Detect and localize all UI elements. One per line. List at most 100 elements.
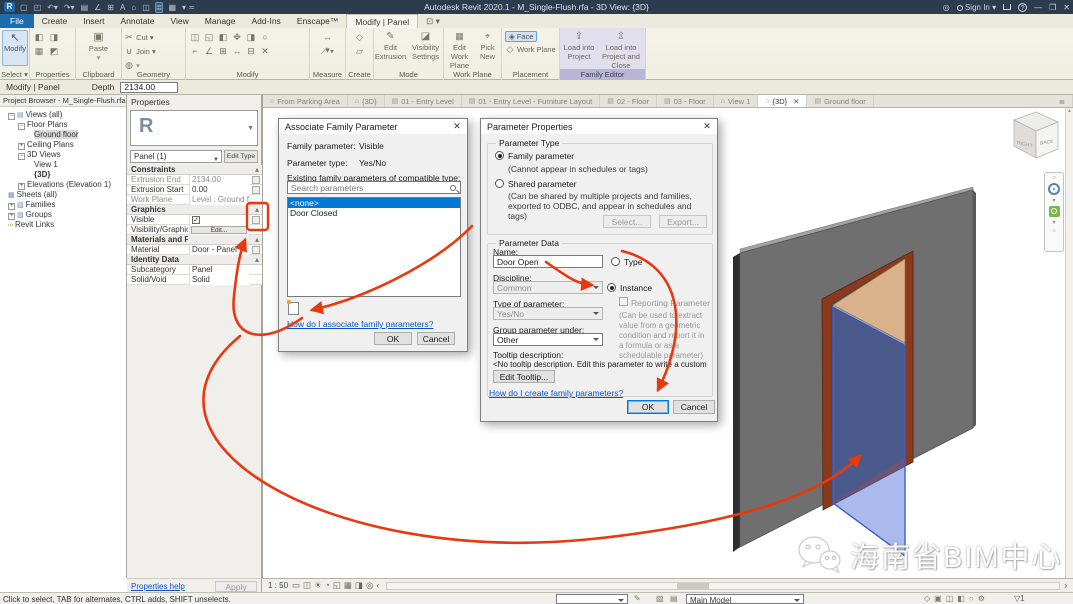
type-of-parameter-combo[interactable]: Yes/No: [493, 307, 603, 320]
nav-options-icon[interactable]: ○: [1052, 175, 1056, 181]
visual-style-icon[interactable]: ◫: [303, 580, 314, 590]
help-icon[interactable]: ?: [1018, 3, 1027, 12]
mirror-icon[interactable]: ◧: [216, 31, 230, 44]
expand-icon[interactable]: +: [18, 183, 25, 190]
family-types-icon[interactable]: ◨: [47, 31, 61, 44]
tree-item-revit-links[interactable]: ∞Revit Links: [8, 220, 54, 230]
row-extrusion-start[interactable]: Extrusion Start0.00: [127, 185, 262, 195]
close-tab-icon[interactable]: ✕: [793, 97, 799, 106]
tree-item-elevations[interactable]: +Elevations (Elevation 1): [18, 180, 111, 190]
copy-icon[interactable]: ◨: [244, 31, 258, 44]
tree-item-3d-views[interactable]: −3D Views: [18, 150, 61, 160]
tree-item-groups[interactable]: +▨Groups: [8, 210, 52, 220]
select-by-face-icon[interactable]: ○: [969, 594, 978, 603]
name-input[interactable]: [493, 255, 603, 268]
pan-right-icon[interactable]: ›: [1064, 581, 1067, 590]
apply-button[interactable]: Apply: [215, 581, 257, 592]
row-work-plane[interactable]: Work PlaneLevel : Ground floor: [127, 195, 262, 205]
tree-item-3d[interactable]: {3D}: [34, 170, 50, 180]
tab-view[interactable]: View: [163, 14, 197, 28]
associate-parameter-button[interactable]: [252, 186, 260, 194]
split-icon[interactable]: ∠: [202, 45, 216, 58]
temporary-hide-icon[interactable]: ◨: [355, 580, 366, 590]
ok-button[interactable]: OK: [374, 332, 412, 345]
component-icon[interactable]: ◇: [353, 31, 367, 44]
edit-extrusion-button[interactable]: ✎Edit Extrusion: [375, 30, 407, 61]
section-graphics[interactable]: Graphics▴: [127, 205, 262, 215]
tab-manage[interactable]: Manage: [197, 14, 244, 28]
reveal-hidden-icon[interactable]: ◎: [366, 580, 376, 590]
tab-add-ins[interactable]: Add-Ins: [244, 14, 289, 28]
tree-item-views[interactable]: −▤Views (all): [8, 110, 62, 120]
tree-item-ground-floor[interactable]: Ground floor: [34, 130, 78, 140]
default-3d-view-icon[interactable]: ⌂: [131, 3, 136, 12]
expand-icon[interactable]: +: [8, 213, 15, 220]
design-options-combo[interactable]: Main Model: [686, 594, 804, 604]
shared-parameter-radio[interactable]: [495, 179, 504, 188]
family-parameter-radio[interactable]: [495, 151, 504, 160]
create-parameters-help-link[interactable]: How do I create family parameters?: [489, 388, 623, 398]
new-parameter-button[interactable]: [288, 302, 299, 315]
associate-parameter-button[interactable]: [252, 176, 260, 184]
tree-item-view-1[interactable]: View 1: [34, 160, 58, 170]
pin-icon[interactable]: ⊟: [244, 45, 258, 58]
type-selector[interactable]: R ▼: [130, 110, 258, 146]
detail-level-icon[interactable]: ▭: [292, 580, 303, 590]
design-option-icon[interactable]: ▧: [656, 594, 664, 603]
tab-annotate[interactable]: Annotate: [112, 14, 162, 28]
edit-type-button[interactable]: Edit Type: [224, 150, 258, 163]
editable-only-icon[interactable]: ✎: [634, 594, 641, 603]
expand-icon[interactable]: +: [8, 203, 15, 210]
print-icon[interactable]: ▤: [81, 3, 89, 12]
load-into-project-button[interactable]: ⇪Load into Project: [562, 30, 596, 70]
app-store-cart-icon[interactable]: [1003, 4, 1011, 10]
sun-path-icon[interactable]: ☀: [314, 580, 325, 590]
associate-parameter-button-visible[interactable]: [252, 216, 260, 224]
load-into-project-close-button[interactable]: ⇫Load into Project and Close: [599, 30, 643, 70]
chevron-down-icon[interactable]: ▾: [1052, 197, 1055, 204]
tab-create[interactable]: Create: [34, 14, 76, 28]
cut-geometry-button[interactable]: ✂ Cut ▾: [124, 31, 183, 44]
qat-customize-icon[interactable]: ▾ ≂: [182, 3, 195, 12]
exclude-options-icon[interactable]: ◇: [924, 594, 934, 603]
tree-item-sheets[interactable]: ▦Sheets (all): [8, 190, 57, 200]
collapse-icon[interactable]: −: [18, 153, 25, 160]
restore-button[interactable]: ❐: [1049, 3, 1056, 12]
cancel-button[interactable]: Cancel: [673, 400, 715, 414]
type-properties-icon[interactable]: ◩: [47, 45, 61, 58]
filter-icon[interactable]: ▽1: [1014, 594, 1025, 603]
close-hidden-windows-icon[interactable]: ▦: [168, 3, 176, 12]
delete-icon[interactable]: ✕: [258, 45, 272, 58]
worksets-combo[interactable]: [556, 594, 628, 604]
tree-item-families[interactable]: +▧Families: [8, 200, 55, 210]
shadows-icon[interactable]: ◔: [325, 580, 333, 590]
instance-radio[interactable]: [607, 283, 616, 292]
door-panel-selected[interactable]: [833, 306, 905, 556]
crop-view-icon[interactable]: ◱: [333, 580, 344, 590]
save-icon[interactable]: ◰: [34, 3, 42, 12]
join-geometry-button[interactable]: ⊍ Join ▾: [124, 45, 183, 58]
type-radio[interactable]: [611, 257, 620, 266]
revit-logo-icon[interactable]: R: [4, 2, 15, 12]
group-parameter-combo[interactable]: Other: [493, 333, 603, 346]
tree-item-ceiling-plans[interactable]: +Ceiling Plans: [18, 140, 74, 150]
close-button[interactable]: ✕: [1063, 3, 1070, 12]
tab-modify-panel[interactable]: Modify | Panel: [346, 14, 418, 28]
design-option-pick-icon[interactable]: ▤: [670, 594, 678, 603]
section-identity-data[interactable]: Identity Data▴: [127, 255, 262, 265]
type-select-combo[interactable]: Panel (1)▼: [130, 150, 222, 163]
scale-control[interactable]: 1 : 50: [268, 581, 288, 590]
close-icon[interactable]: ✕: [697, 119, 717, 134]
row-extrusion-end[interactable]: Extrusion End0.002134.00: [127, 175, 262, 185]
select-button[interactable]: Select...: [603, 215, 651, 228]
text-icon[interactable]: A: [120, 3, 125, 12]
array-icon[interactable]: ⊞: [216, 45, 230, 58]
list-item-door-closed[interactable]: Door Closed: [288, 208, 460, 218]
collapse-icon[interactable]: ‹: [376, 580, 382, 590]
edit-visibility-button[interactable]: Edit...: [191, 226, 247, 234]
section-constraints[interactable]: Constraints▴: [127, 165, 262, 175]
close-icon[interactable]: ✕: [447, 119, 467, 134]
minimize-button[interactable]: —: [1034, 3, 1042, 12]
select-pinned-icon[interactable]: ◧: [957, 594, 969, 603]
measure-tool-icon[interactable]: ↔ ▾: [321, 31, 335, 44]
